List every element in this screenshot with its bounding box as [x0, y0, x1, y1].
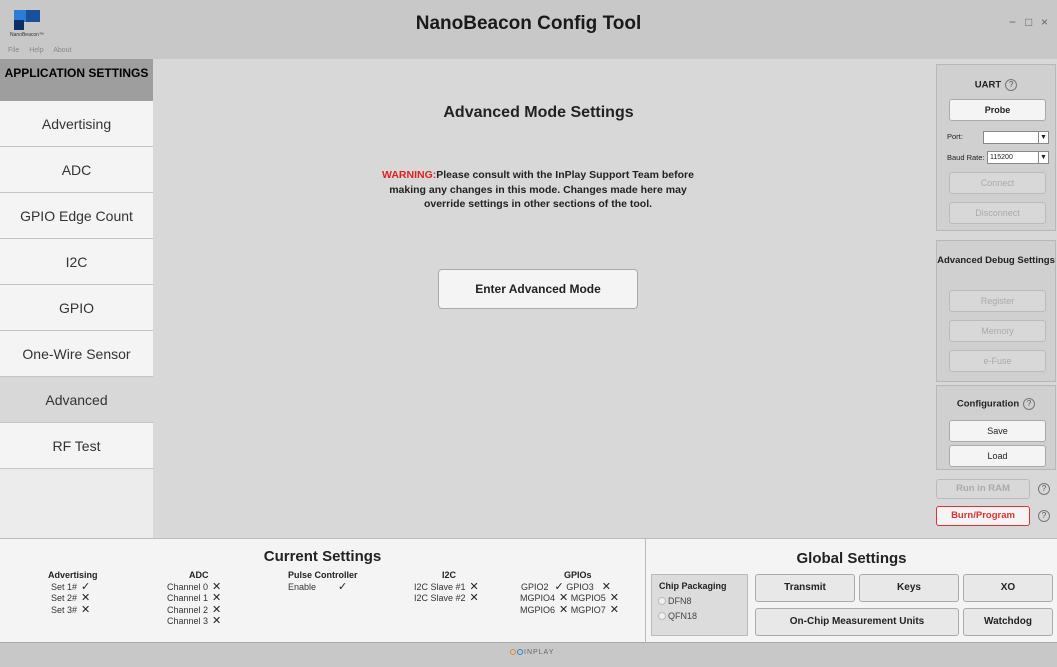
- logo-icon: [510, 649, 516, 656]
- cross-icon: ✕: [81, 603, 91, 616]
- cross-icon: ✕: [81, 592, 91, 604]
- cross-icon: ✕: [469, 592, 479, 604]
- page-title: Advanced Mode Settings: [443, 104, 634, 121]
- sidebar-item-i2c[interactable]: I2C: [0, 239, 153, 285]
- current-advertising: Advertising Set 1# ✓ Set 2# ✕ Set 3# ✕: [48, 570, 98, 616]
- probe-button[interactable]: Probe: [949, 99, 1046, 121]
- warning-label: WARNING:: [382, 169, 437, 181]
- menu-bar: File Help About: [0, 47, 1057, 59]
- sidebar-item-rf-test[interactable]: RF Test: [0, 423, 153, 469]
- sidebar-item-gpio-edge-count[interactable]: GPIO Edge Count: [0, 193, 153, 239]
- sidebar-item-gpio[interactable]: GPIO: [0, 285, 153, 331]
- current-pulse-controller: Pulse Controller Enable ✓: [288, 570, 358, 593]
- chevron-down-icon: ▼: [1038, 152, 1048, 163]
- cross-icon: ✕: [212, 592, 222, 604]
- burn-program-button[interactable]: Burn/Program: [936, 506, 1030, 526]
- sidebar-item-advanced[interactable]: Advanced: [0, 377, 153, 423]
- help-icon[interactable]: ?: [1038, 510, 1050, 522]
- warning-message: WARNING:Please consult with the InPlay S…: [380, 168, 696, 212]
- chevron-down-icon: ▼: [1038, 132, 1048, 143]
- logo-icon: [517, 649, 523, 656]
- maximize-button[interactable]: □: [1025, 15, 1032, 29]
- debug-panel: Advanced Debug Settings Register Memory …: [936, 240, 1056, 382]
- cross-icon: ✕: [559, 603, 569, 616]
- help-icon[interactable]: ?: [1005, 79, 1018, 91]
- chip-packaging-group: Chip Packaging DFN8 QFN18: [651, 574, 748, 636]
- sidebar-item-advertising[interactable]: Advertising: [0, 101, 153, 147]
- close-button[interactable]: ×: [1041, 15, 1048, 29]
- load-button[interactable]: Load: [949, 445, 1046, 467]
- register-button[interactable]: Register: [949, 290, 1046, 312]
- current-i2c: I2C I2C Slave #1 ✕ I2C Slave #2 ✕: [414, 570, 479, 604]
- uart-title: UART?: [937, 79, 1055, 91]
- debug-title: Advanced Debug Settings: [937, 255, 1055, 266]
- baud-rate-label: Baud Rate:: [947, 153, 985, 162]
- current-gpios: GPIOs GPIO2 ✓ GPIO3 ✕ MGPIO4 ✕ MGPIO5 ✕ MGPI…: [520, 570, 619, 616]
- cross-icon: ✕: [212, 615, 222, 627]
- efuse-button[interactable]: e-Fuse: [949, 350, 1046, 372]
- radio-qfn18[interactable]: QFN18: [652, 611, 747, 621]
- keys-button[interactable]: Keys: [859, 574, 959, 602]
- cross-icon: ✕: [609, 592, 619, 604]
- help-icon[interactable]: ?: [1023, 398, 1036, 410]
- disconnect-button[interactable]: Disconnect: [949, 202, 1046, 224]
- radio-dfn8[interactable]: DFN8: [652, 596, 747, 606]
- radio-icon: [658, 612, 666, 620]
- inplay-logo: INPLAY: [510, 649, 554, 656]
- menu-file[interactable]: File: [8, 47, 19, 54]
- chip-packaging-label: Chip Packaging: [659, 581, 727, 591]
- footer: INPLAY: [0, 642, 1057, 667]
- window-title: NanoBeacon Config Tool: [415, 13, 642, 34]
- minimize-button[interactable]: −: [1009, 15, 1016, 29]
- port-select[interactable]: ▼: [983, 131, 1049, 144]
- sidebar: APPLICATION SETTINGS Advertising ADC GPI…: [0, 59, 153, 538]
- watchdog-button[interactable]: Watchdog: [963, 608, 1053, 636]
- sidebar-item-one-wire-sensor[interactable]: One-Wire Sensor: [0, 331, 153, 377]
- xo-button[interactable]: XO: [963, 574, 1053, 602]
- check-icon: ✓: [338, 580, 348, 593]
- configuration-title: Configuration?: [937, 398, 1055, 410]
- run-in-ram-button[interactable]: Run in RAM: [936, 479, 1030, 499]
- memory-button[interactable]: Memory: [949, 320, 1046, 342]
- sidebar-header: APPLICATION SETTINGS: [0, 59, 153, 101]
- menu-about[interactable]: About: [53, 47, 71, 54]
- global-settings-title: Global Settings: [796, 550, 907, 567]
- radio-icon: [658, 597, 666, 605]
- cross-icon: ✕: [609, 603, 619, 616]
- current-settings-title: Current Settings: [263, 548, 382, 565]
- enter-advanced-mode-button[interactable]: Enter Advanced Mode: [438, 269, 638, 309]
- cross-icon: ✕: [559, 592, 569, 604]
- configuration-panel: Configuration? Save Load: [936, 385, 1056, 470]
- baud-rate-select[interactable]: 115200 ▼: [987, 151, 1049, 164]
- help-icon[interactable]: ?: [1038, 483, 1050, 495]
- current-adc: ADC Channel 0 ✕ Channel 1 ✕ Channel 2 ✕ Cha…: [167, 570, 222, 627]
- on-chip-measurement-units-button[interactable]: On-Chip Measurement Units: [755, 608, 959, 636]
- transmit-button[interactable]: Transmit: [755, 574, 855, 602]
- title-bar: NanoBeacon™ NanoBeacon Config Tool − □ ×: [0, 0, 1057, 47]
- sidebar-item-adc[interactable]: ADC: [0, 147, 153, 193]
- uart-panel: UART? Probe Port: ▼ Baud Rate: 115200 ▼ C…: [936, 64, 1056, 231]
- connect-button[interactable]: Connect: [949, 172, 1046, 194]
- menu-help[interactable]: Help: [29, 47, 43, 54]
- port-label: Port:: [947, 132, 963, 141]
- save-button[interactable]: Save: [949, 420, 1046, 442]
